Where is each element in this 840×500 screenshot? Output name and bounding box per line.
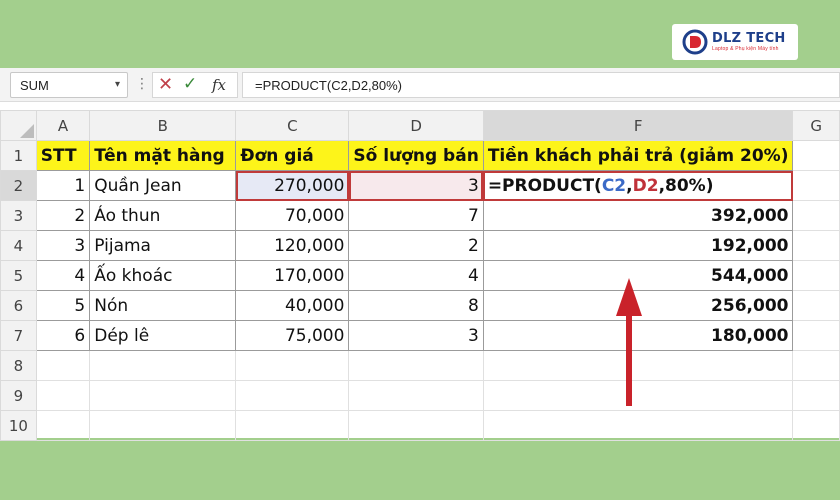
table-cell[interactable]: 2 (35, 200, 91, 231)
header-cell-name[interactable]: Tên mặt hàng (89, 140, 237, 171)
row-header-9[interactable]: 9 (0, 380, 37, 411)
table-cell[interactable]: Quần Jean (89, 170, 237, 201)
referenced-cell-d2[interactable]: 3 (348, 170, 484, 201)
empty-cell[interactable] (35, 380, 91, 411)
formula-text: =PRODUCT( (487, 175, 602, 196)
row-header-2[interactable]: 2 (0, 170, 37, 201)
row-header-7[interactable]: 7 (0, 320, 37, 351)
name-box-value: SUM (20, 78, 49, 93)
table-cell[interactable]: 8 (348, 290, 484, 321)
row-header-3[interactable]: 3 (0, 200, 37, 231)
empty-cell[interactable] (792, 350, 840, 381)
table-cell[interactable]: 40,000 (235, 290, 350, 321)
table-cell[interactable]: 70,000 (235, 200, 350, 231)
empty-cell[interactable] (792, 230, 840, 261)
column-header-a[interactable]: A (35, 110, 91, 141)
header-cell-price[interactable]: Đơn giá (235, 140, 350, 171)
empty-cell[interactable] (348, 350, 484, 381)
logo-text: DLZ TECH (712, 31, 786, 46)
formula-text: ,80%) (658, 175, 714, 196)
row-header-1[interactable]: 1 (0, 140, 37, 171)
column-header-g[interactable]: G (792, 110, 840, 141)
formula-bar: SUM ▾ ⋮ ✕ ✓ fx =PRODUCT(C2,D2,80%) (0, 68, 840, 102)
name-box[interactable]: SUM ▾ (10, 72, 128, 98)
header-cell-qty[interactable]: Số lượng bán (348, 140, 484, 171)
table-cell[interactable]: 4 (35, 260, 91, 291)
table-cell[interactable]: Áo thun (89, 200, 237, 231)
header-cell-stt[interactable]: STT (35, 140, 91, 171)
empty-cell[interactable] (482, 410, 794, 441)
table-cell[interactable]: 1 (35, 170, 91, 201)
chevron-down-icon[interactable]: ▾ (115, 79, 120, 90)
cancel-icon[interactable]: ✕ (158, 74, 173, 95)
row-header-6[interactable]: 6 (0, 290, 37, 321)
table-cell[interactable]: Nón (89, 290, 237, 321)
row-header-8[interactable]: 8 (0, 350, 37, 381)
column-header-c[interactable]: C (235, 110, 350, 141)
select-all-corner[interactable] (0, 110, 37, 141)
insert-function-icon[interactable]: fx (212, 76, 226, 94)
table-cell[interactable]: Ấo khoác (89, 260, 237, 291)
table-cell[interactable]: 392,000 (482, 200, 794, 231)
empty-cell[interactable] (792, 170, 840, 201)
table-cell[interactable]: Dép lê (89, 320, 237, 351)
table-cell[interactable]: 170,000 (235, 260, 350, 291)
empty-cell[interactable] (792, 320, 840, 351)
empty-cell[interactable] (792, 410, 840, 441)
empty-cell[interactable] (89, 410, 237, 441)
table-cell[interactable]: 4 (348, 260, 484, 291)
empty-cell[interactable] (792, 380, 840, 411)
header-cell-total[interactable]: Tiền khách phải trả (giảm 20%) (482, 140, 794, 171)
row-header-10[interactable]: 10 (0, 410, 37, 441)
excel-window: SUM ▾ ⋮ ✕ ✓ fx =PRODUCT(C2,D2,80%) A B C… (0, 68, 840, 441)
empty-cell[interactable] (792, 200, 840, 231)
table-cell[interactable]: 5 (35, 290, 91, 321)
empty-cell[interactable] (792, 140, 840, 171)
table-cell[interactable]: Pijama (89, 230, 237, 261)
enter-check-icon[interactable]: ✓ (183, 74, 197, 94)
empty-cell[interactable] (235, 410, 350, 441)
formula-ref-d2: D2 (632, 175, 659, 196)
table-cell[interactable]: 7 (348, 200, 484, 231)
table-cell[interactable]: 75,000 (235, 320, 350, 351)
empty-cell[interactable] (89, 350, 237, 381)
editing-cell-f2[interactable]: =PRODUCT(C2,D2,80%) (482, 170, 794, 201)
table-cell[interactable]: 3 (348, 320, 484, 351)
empty-cell[interactable] (792, 290, 840, 321)
table-cell[interactable]: 192,000 (482, 230, 794, 261)
table-cell[interactable]: 2 (348, 230, 484, 261)
empty-cell[interactable] (348, 380, 484, 411)
logo-subtitle: Laptop & Phụ kiện Máy tính (712, 46, 779, 52)
more-options-icon[interactable]: ⋮ (135, 76, 149, 90)
spreadsheet-grid: A B C D F G 1 STT Tên mặt hàng Đơn giá S… (0, 110, 840, 441)
empty-cell[interactable] (235, 380, 350, 411)
referenced-cell-c2[interactable]: 270,000 (235, 170, 350, 201)
column-header-f[interactable]: F (482, 110, 794, 141)
dlz-tech-logo: DLZ TECH Laptop & Phụ kiện Máy tính (672, 24, 798, 60)
formula-ref-c2: C2 (601, 175, 627, 196)
formula-buttons: ✕ ✓ fx (152, 72, 238, 98)
table-cell[interactable]: 120,000 (235, 230, 350, 261)
empty-cell[interactable] (348, 410, 484, 441)
empty-cell[interactable] (89, 380, 237, 411)
empty-cell[interactable] (792, 260, 840, 291)
table-cell[interactable]: 6 (35, 320, 91, 351)
formula-input[interactable]: =PRODUCT(C2,D2,80%) (242, 72, 840, 98)
row-header-5[interactable]: 5 (0, 260, 37, 291)
dlz-logo-icon (682, 29, 708, 55)
up-arrow-icon (616, 278, 642, 406)
row-header-4[interactable]: 4 (0, 230, 37, 261)
table-cell[interactable]: 3 (35, 230, 91, 261)
column-header-d[interactable]: D (348, 110, 484, 141)
empty-cell[interactable] (35, 410, 91, 441)
column-header-b[interactable]: B (89, 110, 237, 141)
empty-cell[interactable] (35, 350, 91, 381)
empty-cell[interactable] (235, 350, 350, 381)
